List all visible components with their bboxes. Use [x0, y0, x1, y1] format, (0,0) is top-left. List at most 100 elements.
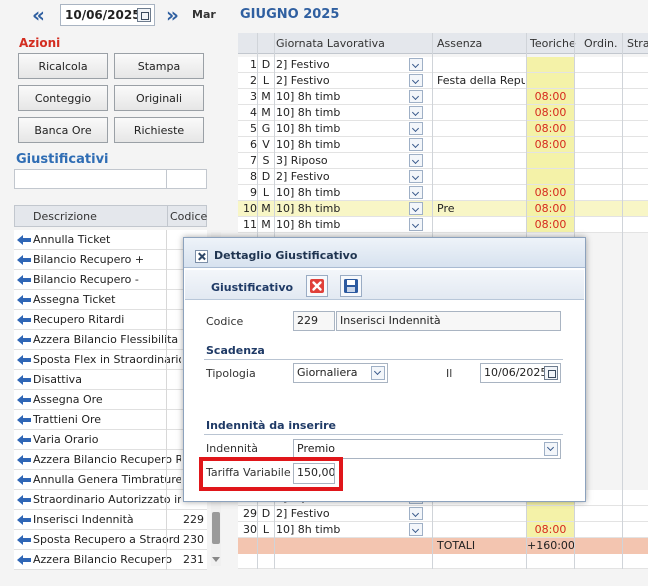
- codice-description-field[interactable]: Inserisci Indennità: [336, 311, 561, 331]
- list-item[interactable]: Recupero Ritardi: [14, 310, 207, 330]
- totals-row: TOTALI +160:00: [238, 538, 648, 554]
- chevron-down-icon[interactable]: [409, 202, 423, 215]
- date-input[interactable]: 10/06/2025: [60, 4, 155, 26]
- chevron-down-icon[interactable]: [409, 138, 423, 151]
- ricalcola-button[interactable]: Ricalcola: [18, 53, 108, 79]
- chevron-down-icon[interactable]: [409, 523, 423, 536]
- calendar-icon[interactable]: [137, 8, 151, 22]
- chevron-down-icon[interactable]: [409, 154, 423, 167]
- day-row[interactable]: 4 M 10] 8h timb 08:00: [238, 105, 648, 121]
- col-codice[interactable]: Codice: [170, 210, 207, 223]
- giustificativi-filter[interactable]: [14, 169, 207, 189]
- list-divider: [166, 290, 167, 310]
- arrow-left-icon[interactable]: [16, 434, 32, 446]
- list-item[interactable]: Varia Orario: [14, 430, 207, 450]
- next-month-icon[interactable]: »: [166, 5, 179, 25]
- col-stra[interactable]: Stra: [627, 37, 648, 50]
- list-item[interactable]: Trattieni Ore: [14, 410, 207, 430]
- list-item[interactable]: Bilancio Recupero -: [14, 270, 207, 290]
- list-item-desc: Inserisci Indennità: [33, 513, 134, 526]
- arrow-left-icon[interactable]: [16, 334, 32, 346]
- list-item[interactable]: Straordinario Autorizzato in: [14, 490, 207, 510]
- chevron-down-icon[interactable]: [544, 442, 558, 456]
- arrow-left-icon[interactable]: [16, 414, 32, 426]
- day-row[interactable]: 30 L 10] 8h timb 08:00: [238, 522, 648, 538]
- list-item[interactable]: Assegna Ticket: [14, 290, 207, 310]
- day-row[interactable]: 11 M 10] 8h timb 08:00: [238, 217, 648, 233]
- list-item[interactable]: Bilancio Recupero +: [14, 250, 207, 270]
- list-item[interactable]: Sposta Recupero a Straordir 230: [14, 530, 207, 550]
- list-item[interactable]: Azzera Bilancio Recupero 231: [14, 550, 207, 570]
- next-month-label[interactable]: Mar: [192, 8, 216, 21]
- scroll-down-icon[interactable]: [212, 557, 220, 562]
- indennita-select[interactable]: Premio: [293, 439, 561, 459]
- list-item[interactable]: Assegna Ore: [14, 390, 207, 410]
- arrow-left-icon[interactable]: [16, 494, 32, 506]
- originali-button[interactable]: Originali: [114, 85, 204, 111]
- arrow-left-icon[interactable]: [16, 554, 32, 566]
- arrow-left-icon[interactable]: [16, 314, 32, 326]
- list-item[interactable]: Annulla Genera Timbrature: [14, 470, 207, 490]
- chevron-down-icon[interactable]: [409, 58, 423, 71]
- day-row[interactable]: 7 S 3] Riposo: [238, 153, 648, 169]
- dialog-title: Dettaglio Giustificativo: [214, 249, 358, 262]
- day-row[interactable]: 8 D 2] Festivo: [238, 169, 648, 185]
- scrollbar-thumb[interactable]: [212, 512, 220, 544]
- arrow-left-icon[interactable]: [16, 254, 32, 266]
- day-row[interactable]: 3 M 10] 8h timb 08:00: [238, 89, 648, 105]
- chevron-down-icon[interactable]: [409, 90, 423, 103]
- chevron-down-icon[interactable]: [409, 507, 423, 520]
- day-row[interactable]: 2L 2] Festivo Festa della Repubb: [238, 73, 648, 89]
- richieste-button[interactable]: Richieste: [114, 117, 204, 143]
- conteggio-button[interactable]: Conteggio: [18, 85, 108, 111]
- day-number: 1: [250, 58, 257, 71]
- delete-button[interactable]: [306, 275, 328, 297]
- arrow-left-icon[interactable]: [16, 514, 32, 526]
- arrow-left-icon[interactable]: [16, 374, 32, 386]
- chevron-down-icon[interactable]: [409, 186, 423, 199]
- list-item[interactable]: Disattiva: [14, 370, 207, 390]
- list-item-desc: Recupero Ritardi: [33, 313, 125, 326]
- day-row[interactable]: 6 V 10] 8h timb 08:00: [238, 137, 648, 153]
- banca-ore-button[interactable]: Banca Ore: [18, 117, 108, 143]
- codice-field[interactable]: 229: [293, 311, 335, 331]
- list-item[interactable]: Azzera Bilancio Recupero Rit: [14, 450, 207, 470]
- chevron-down-icon[interactable]: [409, 122, 423, 135]
- day-row[interactable]: 10 M 10] 8h timb Pre 08:00: [238, 201, 648, 217]
- chevron-down-icon[interactable]: [409, 74, 423, 87]
- save-button[interactable]: [340, 275, 362, 297]
- day-row[interactable]: 5 G 10] 8h timb 08:00: [238, 121, 648, 137]
- list-item[interactable]: Sposta Flex in Straordinario: [14, 350, 207, 370]
- list-item[interactable]: Azzera Bilancio Flessibilita: [14, 330, 207, 350]
- day-row[interactable]: 9 L 10] 8h timb 08:00: [238, 185, 648, 201]
- list-item[interactable]: Annulla Ticket: [14, 230, 207, 250]
- list-item[interactable]: Inserisci Indennità 229: [14, 510, 207, 530]
- col-assenza[interactable]: Assenza: [437, 37, 482, 50]
- calendar-icon[interactable]: [544, 366, 558, 380]
- chevron-down-icon[interactable]: [409, 170, 423, 183]
- tipologia-select[interactable]: Giornaliera: [293, 363, 388, 383]
- giornata-value: 10] 8h timb: [276, 202, 341, 215]
- close-icon[interactable]: [195, 250, 208, 263]
- day-row[interactable]: 1 D 2] Festivo: [238, 57, 648, 73]
- arrow-left-icon[interactable]: [16, 274, 32, 286]
- chevron-down-icon[interactable]: [409, 218, 423, 231]
- col-descrizione[interactable]: Descrizione: [33, 210, 97, 223]
- col-giornata[interactable]: Giornata Lavorativa: [276, 37, 385, 50]
- arrow-left-icon[interactable]: [16, 234, 32, 246]
- teoriche-value: 08:00: [527, 217, 574, 232]
- prev-month-icon[interactable]: «: [32, 5, 45, 25]
- col-ordin[interactable]: Ordin.: [584, 37, 618, 50]
- arrow-left-icon[interactable]: [16, 534, 32, 546]
- day-row[interactable]: 29 D 2] Festivo: [238, 506, 648, 522]
- arrow-left-icon[interactable]: [16, 454, 32, 466]
- il-date-field[interactable]: 10/06/2025: [480, 363, 561, 383]
- stampa-button[interactable]: Stampa: [114, 53, 204, 79]
- chevron-down-icon[interactable]: [409, 106, 423, 119]
- col-teoriche[interactable]: Teoriche: [530, 37, 576, 50]
- arrow-left-icon[interactable]: [16, 394, 32, 406]
- arrow-left-icon[interactable]: [16, 294, 32, 306]
- chevron-down-icon[interactable]: [371, 366, 385, 380]
- arrow-left-icon[interactable]: [16, 354, 32, 366]
- arrow-left-icon[interactable]: [16, 474, 32, 486]
